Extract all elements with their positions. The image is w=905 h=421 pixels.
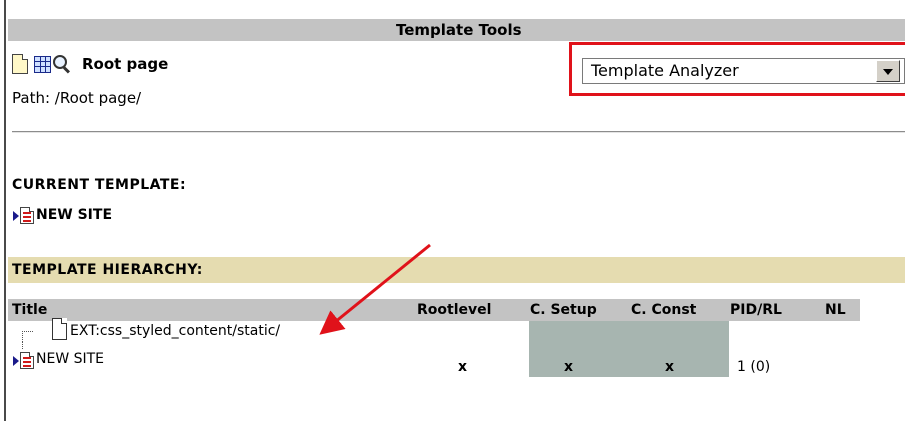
col-rootlevel: Rootlevel [417,302,492,318]
module-header: Template Tools [8,19,905,41]
hierarchy-row-title[interactable]: EXT:css_styled_content/static/ [70,322,280,340]
function-select[interactable]: Template Analyzer [582,58,905,84]
page-icon[interactable] [12,54,28,74]
pid-value: 1 (0) [737,359,771,375]
hierarchy-row-title[interactable]: NEW SITE [36,350,104,368]
const-value: x [665,359,675,375]
hierarchy-table-header: Title Rootlevel C. Setup C. Const PID/RL… [8,299,860,321]
frame-border [4,0,6,421]
col-pid: PID/RL [730,302,782,318]
current-template-label: CURRENT TEMPLATE: [12,177,187,193]
constant-cells [529,321,729,377]
expand-arrow-icon[interactable] [13,211,19,221]
col-const: C. Const [631,302,697,318]
page-path: Path: /Root page/ [12,89,142,107]
module-title: Template Tools [396,21,522,39]
current-template-name[interactable]: NEW SITE [36,206,112,224]
blank-page-icon[interactable] [52,318,67,340]
table-view-icon[interactable] [34,55,51,73]
col-title: Title [12,302,48,318]
expand-arrow-icon[interactable] [13,356,19,366]
page-icon-group [12,52,71,76]
template-icon[interactable] [20,352,34,369]
dropdown-arrow-icon[interactable] [876,60,900,82]
magnifier-icon[interactable] [53,55,71,73]
page-title: Root page [82,55,169,73]
tree-line [22,341,24,349]
template-icon[interactable] [20,207,34,224]
col-setup: C. Setup [530,302,597,318]
function-select-value: Template Analyzer [591,61,739,80]
setup-value: x [564,359,574,375]
divider [12,131,905,133]
template-hierarchy-label: TEMPLATE HIERARCHY: [12,262,203,278]
col-nl: NL [825,302,846,318]
rootlevel-value: x [458,359,468,375]
